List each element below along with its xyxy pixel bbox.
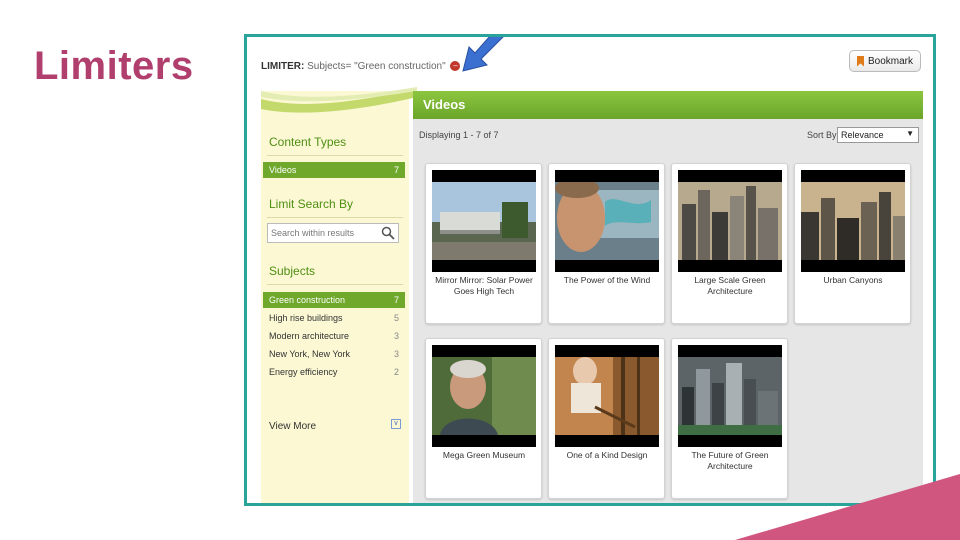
sidebar: Content Types Videos 7 Limit Search By S… bbox=[261, 91, 409, 503]
content-type-videos[interactable]: Videos 7 bbox=[263, 162, 405, 178]
divider bbox=[267, 284, 403, 285]
sort-label: Sort By bbox=[807, 130, 837, 140]
results-header: Videos bbox=[413, 91, 923, 119]
video-title: Large Scale Green Architecture bbox=[694, 275, 766, 296]
bookmark-label: Bookmark bbox=[867, 55, 913, 67]
content-type-label: Videos bbox=[269, 165, 297, 175]
video-title: The Power of the Wind bbox=[563, 275, 651, 285]
search-within-input[interactable] bbox=[267, 223, 399, 243]
subjects-heading: Subjects bbox=[269, 264, 316, 278]
video-title: Mega Green Museum bbox=[442, 450, 526, 460]
bookmark-button[interactable]: Bookmark bbox=[849, 50, 921, 72]
limit-search-heading: Limit Search By bbox=[269, 197, 354, 211]
subject-item[interactable]: Green construction 7 bbox=[263, 292, 405, 308]
subject-item[interactable]: Energy efficiency 2 bbox=[263, 364, 405, 380]
results-count: Displaying 1 - 7 of 7 bbox=[419, 130, 499, 140]
video-thumbnail bbox=[432, 170, 536, 272]
video-thumbnail bbox=[678, 345, 782, 447]
slide: Limiters LIMITER: Subjects= "Green const… bbox=[0, 0, 960, 540]
limiter-label: LIMITER: bbox=[261, 61, 305, 72]
subject-count: 3 bbox=[393, 331, 399, 341]
subject-label: Modern architecture bbox=[269, 331, 350, 341]
dropdown-arrow-icon: ▼ bbox=[906, 129, 914, 138]
video-thumbnail bbox=[801, 170, 905, 272]
video-card[interactable]: Mirror Mirror: Solar Power Goes High Tec… bbox=[425, 163, 542, 324]
sort-value: Relevance bbox=[841, 130, 884, 140]
limiter-value: Subjects= "Green construction" bbox=[307, 61, 446, 72]
swoosh-decoration bbox=[261, 87, 417, 113]
view-more-link[interactable]: View More bbox=[269, 421, 316, 432]
screenshot-frame: LIMITER: Subjects= "Green construction" … bbox=[244, 34, 936, 506]
chevron-down-icon[interactable]: v bbox=[391, 419, 401, 429]
sort-dropdown[interactable]: Relevance ▼ bbox=[837, 127, 919, 143]
subject-count: 5 bbox=[393, 313, 399, 323]
pointer-arrow-icon bbox=[462, 37, 504, 72]
limiter-bar: LIMITER: Subjects= "Green construction" … bbox=[261, 61, 461, 72]
video-thumbnail bbox=[678, 170, 782, 272]
video-thumbnail bbox=[555, 345, 659, 447]
video-thumbnail bbox=[555, 170, 659, 272]
video-title: Urban Canyons bbox=[823, 275, 883, 285]
video-card[interactable]: Urban Canyons bbox=[794, 163, 911, 324]
subject-item[interactable]: High rise buildings 5 bbox=[263, 310, 405, 326]
video-card[interactable]: Large Scale Green Architecture bbox=[671, 163, 788, 324]
video-title: The Future of Green Architecture bbox=[691, 450, 769, 471]
subject-label: Energy efficiency bbox=[269, 367, 338, 377]
subject-label: High rise buildings bbox=[269, 313, 343, 323]
content-types-heading: Content Types bbox=[269, 135, 347, 149]
bookmark-icon bbox=[856, 55, 864, 67]
subject-count: 3 bbox=[393, 349, 399, 359]
video-card[interactable]: Mega Green Museum bbox=[425, 338, 542, 499]
subject-label: Green construction bbox=[269, 295, 346, 305]
subject-item[interactable]: New York, New York 3 bbox=[263, 346, 405, 362]
results-panel: Videos Displaying 1 - 7 of 7 Sort By Rel… bbox=[413, 91, 923, 503]
corner-decoration bbox=[735, 474, 960, 540]
video-title: Mirror Mirror: Solar Power Goes High Tec… bbox=[435, 275, 533, 296]
video-thumbnail bbox=[432, 345, 536, 447]
content-type-count: 7 bbox=[393, 165, 399, 175]
video-title: One of a Kind Design bbox=[566, 450, 648, 460]
subject-count: 7 bbox=[393, 295, 399, 305]
subject-label: New York, New York bbox=[269, 349, 351, 359]
subject-count: 2 bbox=[393, 367, 399, 377]
search-icon[interactable] bbox=[381, 226, 395, 240]
divider bbox=[267, 217, 403, 218]
divider bbox=[267, 155, 403, 156]
video-card[interactable]: The Power of the Wind bbox=[548, 163, 665, 324]
slide-title: Limiters bbox=[34, 44, 194, 88]
video-card[interactable]: One of a Kind Design bbox=[548, 338, 665, 499]
subject-item[interactable]: Modern architecture 3 bbox=[263, 328, 405, 344]
